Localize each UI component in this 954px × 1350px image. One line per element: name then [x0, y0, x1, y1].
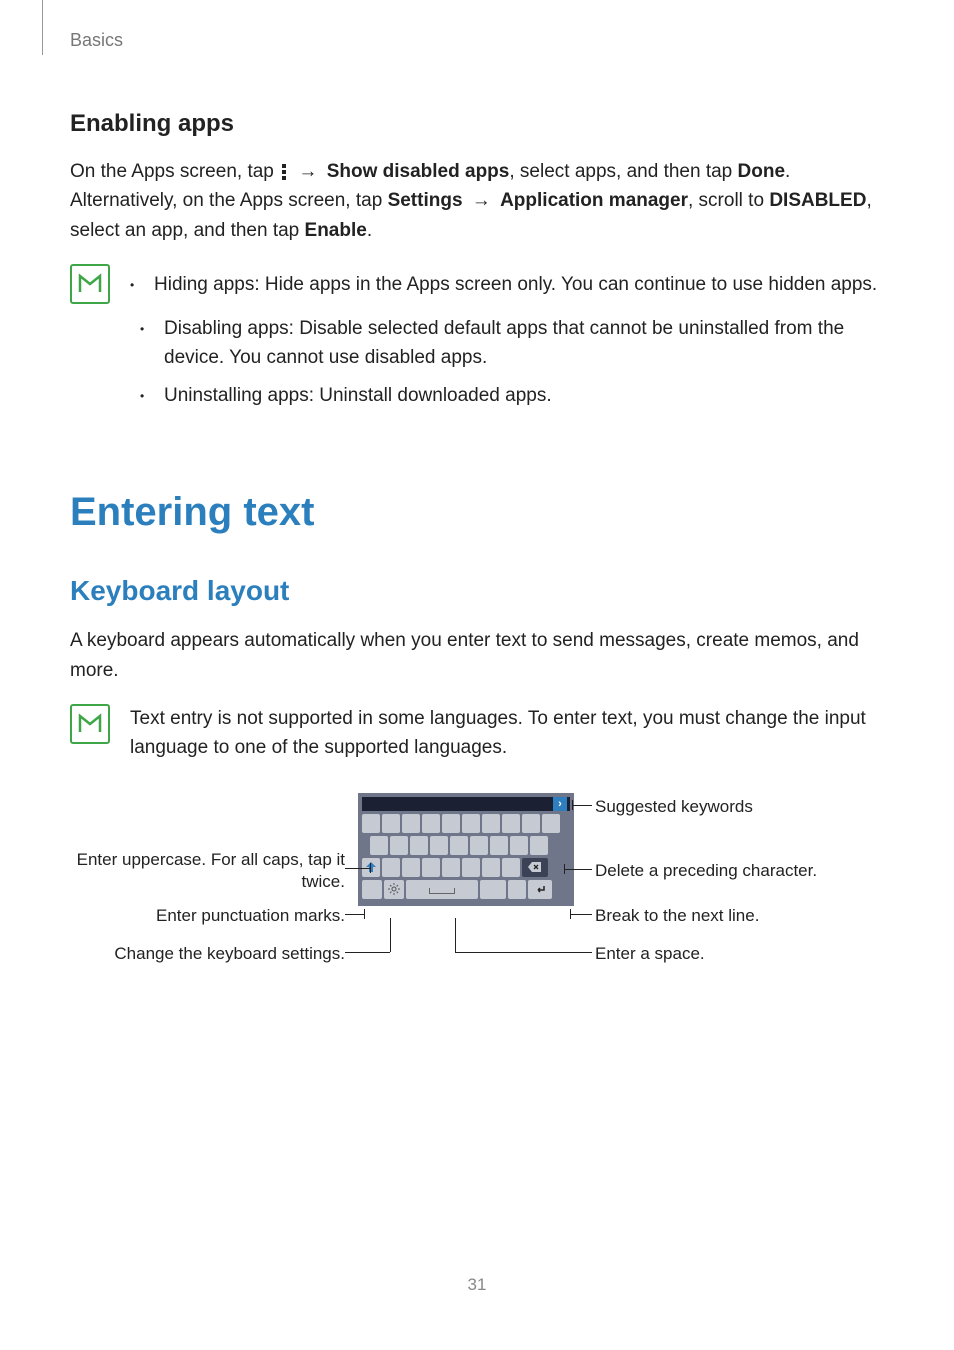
list-item: Disabling apps: Disable selected default… [140, 314, 884, 373]
header-divider [42, 0, 43, 55]
text-bold: DISABLED [769, 190, 866, 211]
breadcrumb: Basics [70, 30, 123, 50]
text: Alternatively, on the Apps screen, tap [70, 190, 388, 211]
text-bold: Settings [388, 190, 463, 211]
dotcom-key [480, 880, 506, 899]
enter-key-icon [528, 880, 552, 899]
enabling-apps-paragraph-1: On the Apps screen, tap → Show disabled … [70, 157, 884, 245]
backspace-key-icon [522, 858, 548, 877]
callout-uppercase: Enter uppercase. For all caps, tap it tw… [70, 849, 345, 893]
period-key [508, 880, 526, 899]
symbols-key [362, 880, 382, 899]
callout-punctuation: Enter punctuation marks. [70, 905, 345, 927]
callout-next-line: Break to the next line. [595, 905, 759, 927]
callout-delete-character: Delete a preceding character. [595, 860, 817, 882]
heading-entering-text: Entering text [70, 490, 884, 535]
keyboard-layout-intro: A keyboard appears automatically when yo… [70, 626, 884, 685]
text: . [367, 220, 372, 241]
space-key [406, 880, 478, 899]
keyboard-row-1 [362, 814, 570, 833]
text: , scroll to [688, 190, 769, 211]
more-options-icon [281, 164, 287, 180]
callout-suggested-keywords: Suggested keywords [595, 796, 753, 818]
text-bold: Application manager [500, 190, 688, 211]
text: . [785, 161, 790, 182]
heading-keyboard-layout: Keyboard layout [70, 575, 884, 607]
text: On the Apps screen, tap [70, 161, 279, 182]
keyboard-row-4 [362, 880, 570, 899]
chevron-right-icon: › [553, 797, 567, 811]
list-item: Uninstalling apps: Uninstall downloaded … [140, 381, 884, 410]
heading-enabling-apps: Enabling apps [70, 110, 884, 138]
text-bold: Enable [305, 220, 367, 241]
keyboard-diagram: › [70, 793, 884, 1043]
arrow-icon: → [289, 161, 327, 182]
suggestion-bar: › [362, 797, 570, 811]
page-number: 31 [0, 1275, 954, 1295]
arrow-icon: → [463, 190, 501, 211]
settings-key-icon [384, 880, 404, 899]
keyboard-row-3 [362, 858, 570, 877]
callout-keyboard-settings: Change the keyboard settings. [70, 943, 345, 965]
list-item: Hiding apps: Hide apps in the Apps scree… [130, 270, 884, 299]
text-bold: Show disabled apps [327, 161, 510, 182]
note-text: Text entry is not supported in some lang… [130, 704, 884, 763]
callout-space: Enter a space. [595, 943, 705, 965]
keyboard-row-2 [362, 836, 570, 855]
note-icon [70, 704, 110, 744]
text-bold: Done [738, 161, 786, 182]
text: , select apps, and then tap [509, 161, 737, 182]
keyboard-graphic: › [358, 793, 574, 906]
note-icon [70, 264, 110, 304]
